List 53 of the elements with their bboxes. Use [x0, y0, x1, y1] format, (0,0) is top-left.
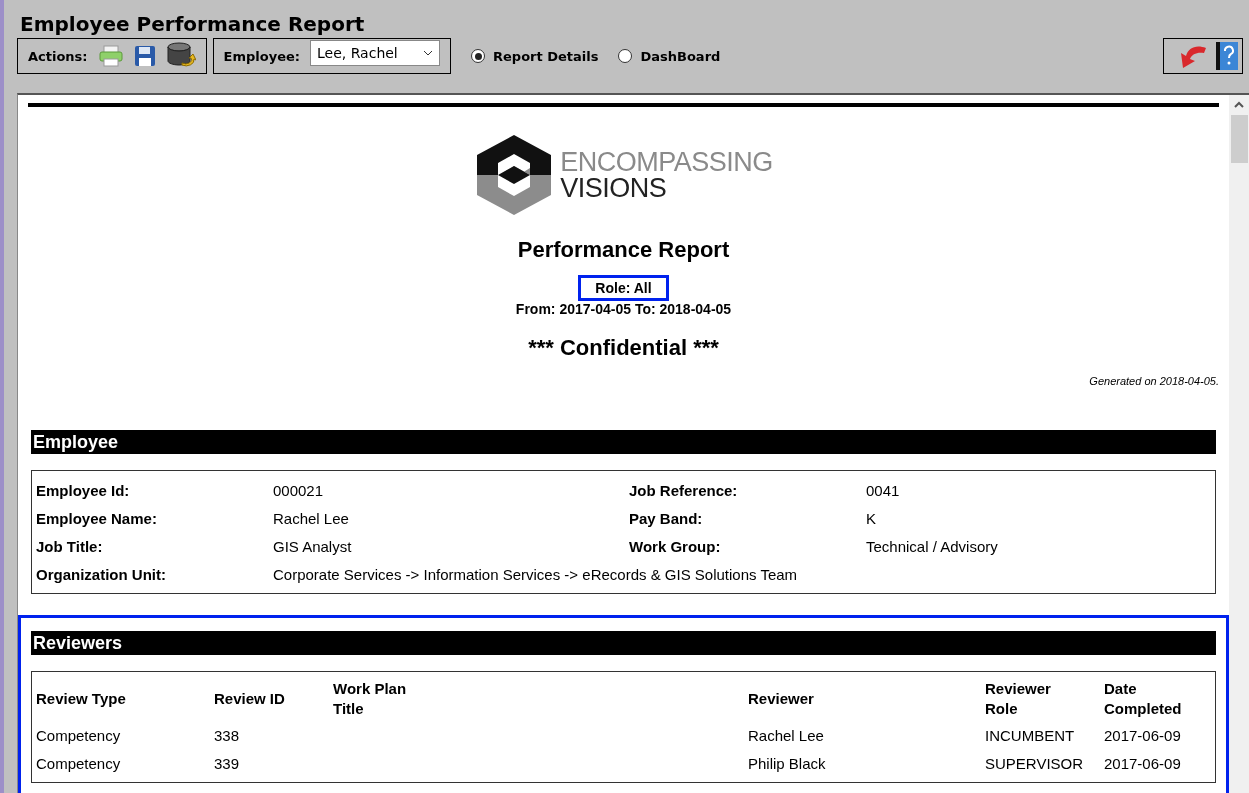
field-label: Pay Band:: [629, 509, 704, 527]
field-value: K: [866, 509, 877, 527]
table-cell-text: Competency: [36, 753, 122, 774]
column-header: Reviewer Role: [985, 679, 1052, 719]
table-cell-text: Philip Black: [748, 753, 827, 774]
column-header: Work Plan Title: [333, 679, 408, 719]
report-title: Performance Report: [517, 237, 730, 263]
view-option[interactable]: Report Details: [471, 48, 599, 64]
view-option[interactable]: DashBoard: [618, 48, 721, 64]
field-value: Technical / Advisory: [866, 537, 999, 555]
field-value: 0041: [866, 481, 901, 499]
table-cell-text: SUPERVISOR: [985, 753, 1085, 774]
field-label: Work Group:: [629, 537, 722, 555]
field-value: GIS Analyst: [273, 537, 353, 555]
column-header: Date Completed: [1104, 679, 1183, 719]
table-cell-text: 339: [214, 753, 241, 774]
employee-label: Employee:: [223, 48, 300, 64]
table-cell-text: INCUMBENT: [985, 725, 1076, 746]
radio-button[interactable]: [471, 49, 485, 63]
field-value: 000021: [273, 481, 325, 499]
section-header: Reviewers: [31, 631, 1216, 655]
printer-icon[interactable]: [97, 44, 124, 68]
scroll-thumb[interactable]: [1230, 115, 1248, 163]
table-cell-text: 338: [214, 725, 241, 746]
field-label: Employee Id:: [36, 481, 131, 499]
employee-dropdown[interactable]: Lee, Rachel: [310, 40, 440, 66]
column-header: Reviewer: [748, 689, 815, 709]
section-header: Employee: [31, 430, 1216, 454]
role-text: Role: All: [578, 275, 669, 301]
window-title: Employee Performance Report: [19, 11, 366, 36]
help-icon[interactable]: [1216, 41, 1238, 71]
generated-text: Generated on 2018-04-05.: [1088, 375, 1219, 387]
save-icon[interactable]: [133, 45, 156, 67]
chevron-icon: [423, 50, 433, 56]
column-header: Review Type: [36, 689, 126, 709]
logo-text: ENCOMPASSING: [560, 149, 773, 175]
column-header: Review ID: [214, 689, 286, 709]
actions-label: Actions:: [28, 48, 88, 64]
field-label: Job Reference:: [629, 481, 739, 499]
scroll-up-icon[interactable]: [1234, 101, 1244, 109]
radio-button[interactable]: [618, 49, 633, 63]
confidential-text: *** Confidential ***: [528, 335, 719, 361]
field-label: Job Title:: [36, 537, 104, 555]
period-text: From: 2017-04-05 To: 2018-04-05: [515, 301, 732, 317]
field-value: Corporate Services -> Information Services -> eRecords & GIS Solutions Team: [273, 565, 799, 583]
logo-text: VISIONS: [560, 175, 668, 201]
table-cell-text: 2017-06-09: [1104, 753, 1182, 774]
table-cell-text: 2017-06-09: [1104, 725, 1182, 746]
table-cell-text: Rachel Lee: [748, 725, 825, 746]
table-cell-text: Competency: [36, 725, 122, 746]
field-label: Employee Name:: [36, 509, 158, 527]
field-label: Organization Unit:: [36, 565, 167, 583]
field-value: Rachel Lee: [273, 509, 350, 527]
